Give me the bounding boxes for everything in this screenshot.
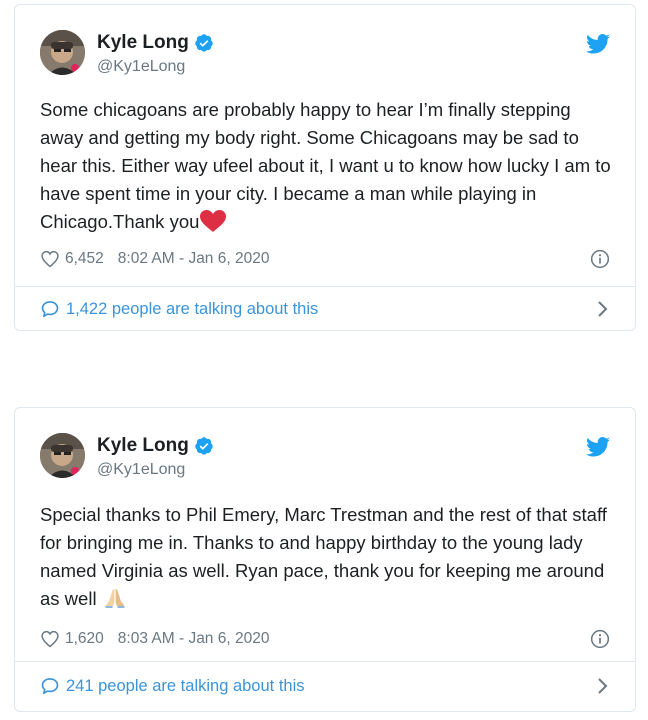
- conversation-link[interactable]: 241 people are talking about this: [40, 674, 610, 698]
- divider: [15, 661, 635, 662]
- info-icon[interactable]: [590, 629, 610, 649]
- conversation-count[interactable]: 1,422 people are talking about this: [66, 300, 318, 319]
- tweet-card[interactable]: Kyle Long @Ky1eLong Some chicagoans are …: [14, 4, 636, 331]
- tweet-timestamp[interactable]: 8:03 AM - Jan 6, 2020: [118, 630, 270, 648]
- author-handle[interactable]: @Ky1eLong: [97, 57, 214, 77]
- conversation-count[interactable]: 241 people are talking about this: [66, 677, 305, 696]
- heart-outline-icon[interactable]: [40, 629, 60, 649]
- conversation-link[interactable]: 1,422 people are talking about this: [40, 297, 610, 321]
- chevron-right-icon[interactable]: [596, 677, 610, 695]
- avatar[interactable]: [40, 433, 85, 478]
- folded-hands-emoji-icon: [103, 585, 127, 617]
- red-heart-emoji-icon: [200, 210, 227, 240]
- comment-bubble-icon: [40, 676, 60, 696]
- tweet-text: Some chicagoans are probably happy to he…: [40, 96, 613, 240]
- author-info[interactable]: Kyle Long @Ky1eLong: [97, 31, 214, 77]
- author-info[interactable]: Kyle Long @Ky1eLong: [97, 434, 214, 480]
- heart-outline-icon[interactable]: [40, 249, 60, 269]
- author-name[interactable]: Kyle Long: [97, 31, 189, 55]
- tweet-meta: 6,452 8:02 AM - Jan 6, 2020: [40, 247, 610, 271]
- tweet-header: Kyle Long @Ky1eLong: [40, 30, 610, 80]
- verified-badge-icon: [194, 436, 214, 456]
- tweet-body: Some chicagoans are probably happy to he…: [40, 99, 611, 232]
- avatar-photo-icon: [40, 433, 85, 478]
- tweet-card[interactable]: Kyle Long @Ky1eLong Special thanks to Ph…: [14, 407, 636, 712]
- twitter-bird-icon[interactable]: [586, 437, 610, 457]
- chevron-right-icon[interactable]: [596, 300, 610, 318]
- info-icon[interactable]: [590, 249, 610, 269]
- divider: [15, 286, 635, 287]
- like-count[interactable]: 1,620: [65, 630, 104, 648]
- verified-badge-icon: [194, 33, 214, 53]
- avatar-photo-icon: [40, 30, 85, 75]
- comment-bubble-icon: [40, 299, 60, 319]
- tweet-timestamp[interactable]: 8:02 AM - Jan 6, 2020: [118, 250, 270, 268]
- like-count[interactable]: 6,452: [65, 250, 104, 268]
- author-handle[interactable]: @Ky1eLong: [97, 460, 214, 480]
- tweet-header: Kyle Long @Ky1eLong: [40, 433, 610, 483]
- author-name[interactable]: Kyle Long: [97, 434, 189, 458]
- twitter-bird-icon[interactable]: [586, 34, 610, 54]
- tweet-meta: 1,620 8:03 AM - Jan 6, 2020: [40, 627, 610, 651]
- tweet-text: Special thanks to Phil Emery, Marc Trest…: [40, 501, 613, 617]
- avatar[interactable]: [40, 30, 85, 75]
